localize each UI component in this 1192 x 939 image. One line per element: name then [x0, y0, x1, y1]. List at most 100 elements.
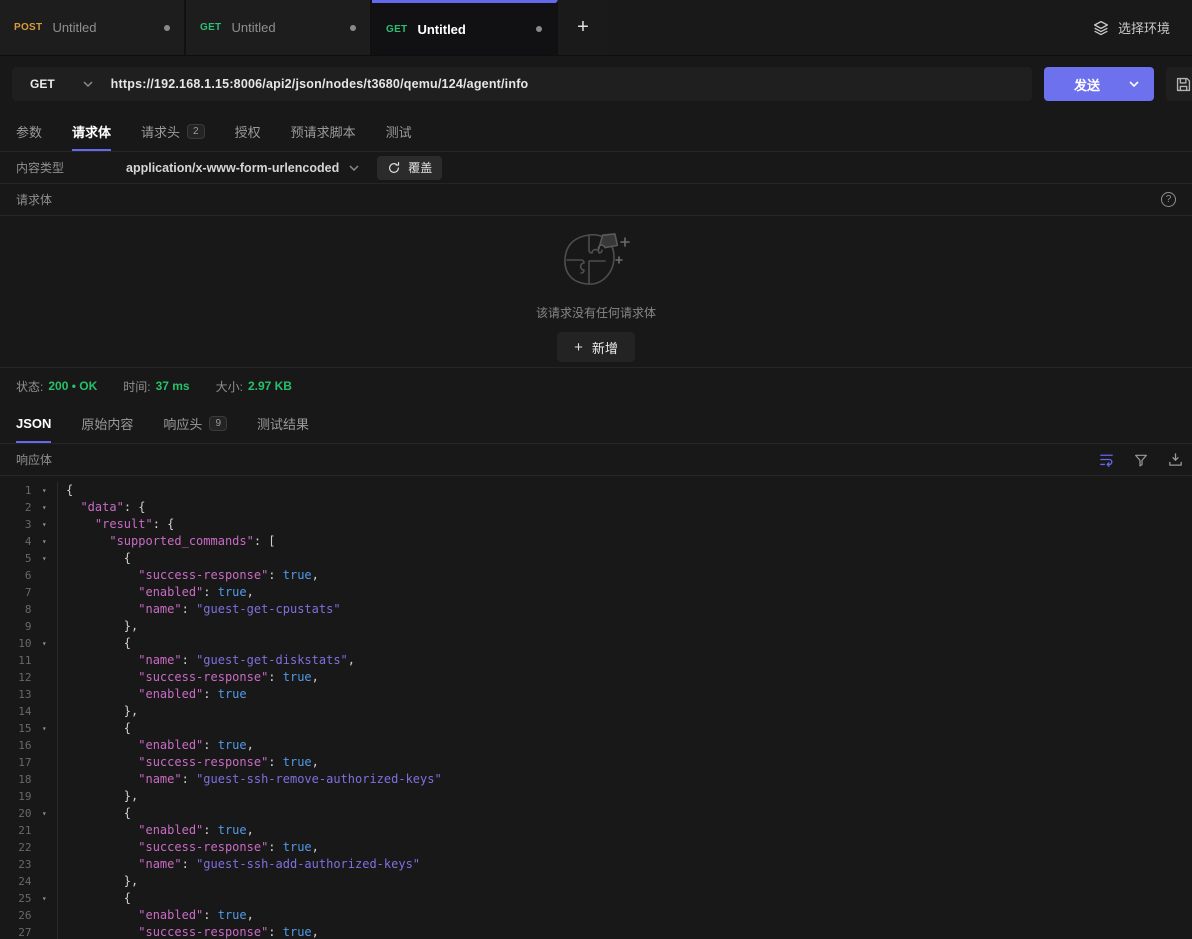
fold-spacer	[31, 907, 57, 924]
wrap-lines-button[interactable]	[1098, 451, 1115, 468]
code-text: {	[58, 890, 131, 907]
content-type-value: application/x-www-form-urlencoded	[126, 161, 339, 175]
code-text: {	[58, 550, 131, 567]
response-section-tab-label: 测试结果	[257, 414, 309, 433]
gutter: 25▾	[0, 890, 58, 907]
method-selector[interactable]: GET	[12, 77, 111, 91]
fold-arrow-icon[interactable]: ▾	[31, 890, 57, 907]
request-tab[interactable]: GETUntitled	[186, 0, 372, 55]
code-line: 6 "success-response": true,	[0, 567, 1192, 584]
request-section-tab[interactable]: 请求体	[72, 112, 111, 151]
code-text: {	[58, 805, 131, 822]
tab-title: Untitled	[231, 20, 275, 35]
unsaved-dot	[164, 25, 170, 31]
code-line: 3▾ "result": {	[0, 516, 1192, 533]
response-section-tab[interactable]: 响应头9	[163, 404, 227, 443]
code-text: "success-response": true,	[58, 567, 319, 584]
fold-arrow-icon[interactable]: ▾	[31, 516, 57, 533]
gutter: 1▾	[0, 482, 58, 499]
code-text: },	[58, 618, 138, 635]
add-body-button[interactable]: + 新增	[557, 332, 635, 362]
plus-icon: +	[574, 339, 583, 356]
code-line: 8 "name": "guest-get-cpustats"	[0, 601, 1192, 618]
response-status-bar: 状态: 200 • OK 时间: 37 ms 大小: 2.97 KB	[0, 368, 1192, 404]
request-section-tab[interactable]: 授权	[235, 112, 261, 151]
send-button[interactable]: 发送	[1044, 67, 1154, 101]
fold-arrow-icon[interactable]: ▾	[31, 635, 57, 652]
request-section-tab-label: 请求体	[72, 122, 111, 141]
response-json-viewer[interactable]: 1▾ {2▾ "data": {3▾ "result": {4▾ "support…	[0, 476, 1192, 939]
request-section-tabs: 参数 请求体 请求头2 授权 预请求脚本 测试	[0, 112, 1192, 152]
code-text: "success-response": true,	[58, 669, 319, 686]
gutter: 15▾	[0, 720, 58, 737]
fold-spacer	[31, 703, 57, 720]
fold-arrow-icon[interactable]: ▾	[31, 533, 57, 550]
line-number: 2	[0, 499, 31, 516]
request-tab[interactable]: GETUntitled	[372, 0, 558, 55]
gutter: 11	[0, 652, 58, 669]
fold-arrow-icon[interactable]: ▾	[31, 550, 57, 567]
request-section-tab[interactable]: 预请求脚本	[291, 112, 356, 151]
line-number: 20	[0, 805, 31, 822]
code-text: "success-response": true,	[58, 839, 319, 856]
filter-button[interactable]	[1133, 452, 1149, 468]
method-value: GET	[30, 77, 55, 91]
line-number: 14	[0, 703, 31, 720]
override-button[interactable]: 覆盖	[377, 156, 442, 180]
new-tab-button[interactable]: +	[558, 0, 608, 55]
fold-arrow-icon[interactable]: ▾	[31, 720, 57, 737]
line-number: 15	[0, 720, 31, 737]
environment-selector[interactable]: 选择环境	[1092, 18, 1170, 37]
response-body-label: 响应体	[16, 451, 52, 468]
line-number: 10	[0, 635, 31, 652]
filter-icon	[1133, 452, 1149, 468]
fold-arrow-icon[interactable]: ▾	[31, 805, 57, 822]
code-text: "name": "guest-get-cpustats"	[58, 601, 341, 618]
code-text: "result": {	[58, 516, 174, 533]
download-icon	[1167, 451, 1184, 468]
response-section-tab-label: JSON	[16, 416, 51, 431]
override-label: 覆盖	[408, 159, 432, 176]
response-section-tab-label: 响应头	[163, 414, 202, 433]
gutter: 21	[0, 822, 58, 839]
line-number: 22	[0, 839, 31, 856]
gutter: 4▾	[0, 533, 58, 550]
add-body-label: 新增	[592, 338, 618, 357]
fold-arrow-icon[interactable]: ▾	[31, 482, 57, 499]
fold-spacer	[31, 873, 57, 890]
code-text: "enabled": true	[58, 686, 247, 703]
save-button[interactable]	[1166, 67, 1192, 101]
help-icon[interactable]: ?	[1161, 192, 1176, 207]
chevron-down-icon	[83, 81, 93, 87]
request-section-tab[interactable]: 测试	[386, 112, 412, 151]
line-number: 6	[0, 567, 31, 584]
code-line: 23 "name": "guest-ssh-add-authorized-key…	[0, 856, 1192, 873]
code-text: "name": "guest-ssh-add-authorized-keys"	[58, 856, 420, 873]
fold-spacer	[31, 686, 57, 703]
line-number: 5	[0, 550, 31, 567]
line-number: 16	[0, 737, 31, 754]
code-text: "supported_commands": [	[58, 533, 276, 550]
tab-method-badge: GET	[386, 24, 407, 35]
download-button[interactable]	[1167, 451, 1184, 468]
request-tab[interactable]: POSTUntitled	[0, 0, 186, 55]
api-client-window: POSTUntitledGETUntitledGETUntitled + 选择环…	[0, 0, 1192, 939]
count-badge: 2	[187, 124, 205, 139]
line-number: 19	[0, 788, 31, 805]
request-section-tab[interactable]: 参数	[16, 112, 42, 151]
line-number: 21	[0, 822, 31, 839]
url-input[interactable]: https://192.168.1.15:8006/api2/json/node…	[111, 77, 529, 91]
response-section-tab[interactable]: JSON	[16, 404, 51, 443]
content-type-select[interactable]: application/x-www-form-urlencoded	[126, 161, 359, 175]
request-section-tab-label: 预请求脚本	[291, 122, 356, 141]
fold-arrow-icon[interactable]: ▾	[31, 499, 57, 516]
code-text: "name": "guest-ssh-remove-authorized-key…	[58, 771, 442, 788]
fold-spacer	[31, 584, 57, 601]
code-line: 2▾ "data": {	[0, 499, 1192, 516]
send-label: 发送	[1074, 75, 1100, 94]
response-section-tab[interactable]: 原始内容	[81, 404, 133, 443]
layers-icon	[1092, 19, 1110, 37]
code-line: 22 "success-response": true,	[0, 839, 1192, 856]
request-section-tab[interactable]: 请求头2	[141, 112, 205, 151]
response-section-tab[interactable]: 测试结果	[257, 404, 309, 443]
